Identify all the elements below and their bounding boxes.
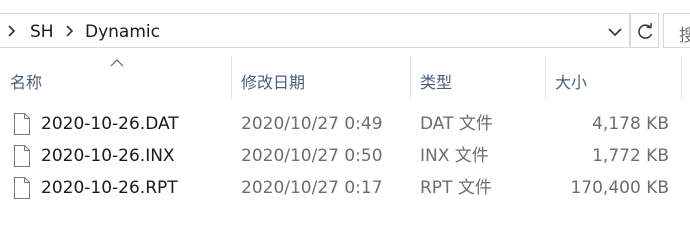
file-row[interactable]: 2020-10-26.DAT 2020/10/27 0:49 DAT 文件 4,… [0,109,690,139]
column-header-modified[interactable]: 修改日期 [232,56,411,100]
file-icon [14,177,30,199]
file-type: RPT 文件 [420,178,492,198]
file-modified-date: 2020/10/27 0:50 [241,146,383,166]
file-name: 2020-10-26.RPT [41,178,178,198]
file-size: 4,178 KB [592,114,669,134]
column-header-type-label: 类型 [420,73,453,92]
file-name: 2020-10-26.DAT [41,114,179,134]
file-explorer-window: SH Dynamic 搜 名称 修改日期 类型 大小 [0,0,690,219]
breadcrumb-separator-icon[interactable] [64,23,76,39]
file-row[interactable]: 2020-10-26.RPT 2020/10/27 0:17 RPT 文件 17… [0,173,690,203]
search-placeholder: 搜 [679,21,690,46]
file-icon [14,113,30,135]
file-name: 2020-10-26.INX [41,146,175,166]
file-type: DAT 文件 [420,114,493,134]
file-type: INX 文件 [420,146,489,166]
column-header-size[interactable]: 大小 [546,56,682,100]
file-modified-date: 2020/10/27 0:49 [241,114,383,134]
column-header-name[interactable]: 名称 [0,56,232,100]
breadcrumb-chevron-icon[interactable] [6,23,18,39]
chevron-down-icon[interactable] [605,23,625,41]
column-header-row: 名称 修改日期 类型 大小 [0,56,690,100]
file-row[interactable]: 2020-10-26.INX 2020/10/27 0:50 INX 文件 1,… [0,141,690,171]
refresh-icon [638,23,653,39]
column-header-modified-label: 修改日期 [241,73,306,92]
address-bar[interactable]: SH Dynamic [0,13,630,48]
toolbar-strip [0,0,690,12]
file-icon [14,145,30,167]
file-size: 170,400 KB [570,178,669,198]
refresh-button[interactable] [630,13,659,48]
breadcrumb-item-sh[interactable]: SH [30,22,54,42]
column-header-type[interactable]: 类型 [411,56,546,100]
column-header-name-label: 名称 [10,73,43,92]
breadcrumb-item-dynamic[interactable]: Dynamic [85,22,160,42]
file-modified-date: 2020/10/27 0:17 [241,178,383,198]
column-header-size-label: 大小 [555,73,588,92]
search-input[interactable]: 搜 [663,13,690,48]
file-size: 1,772 KB [592,146,669,166]
